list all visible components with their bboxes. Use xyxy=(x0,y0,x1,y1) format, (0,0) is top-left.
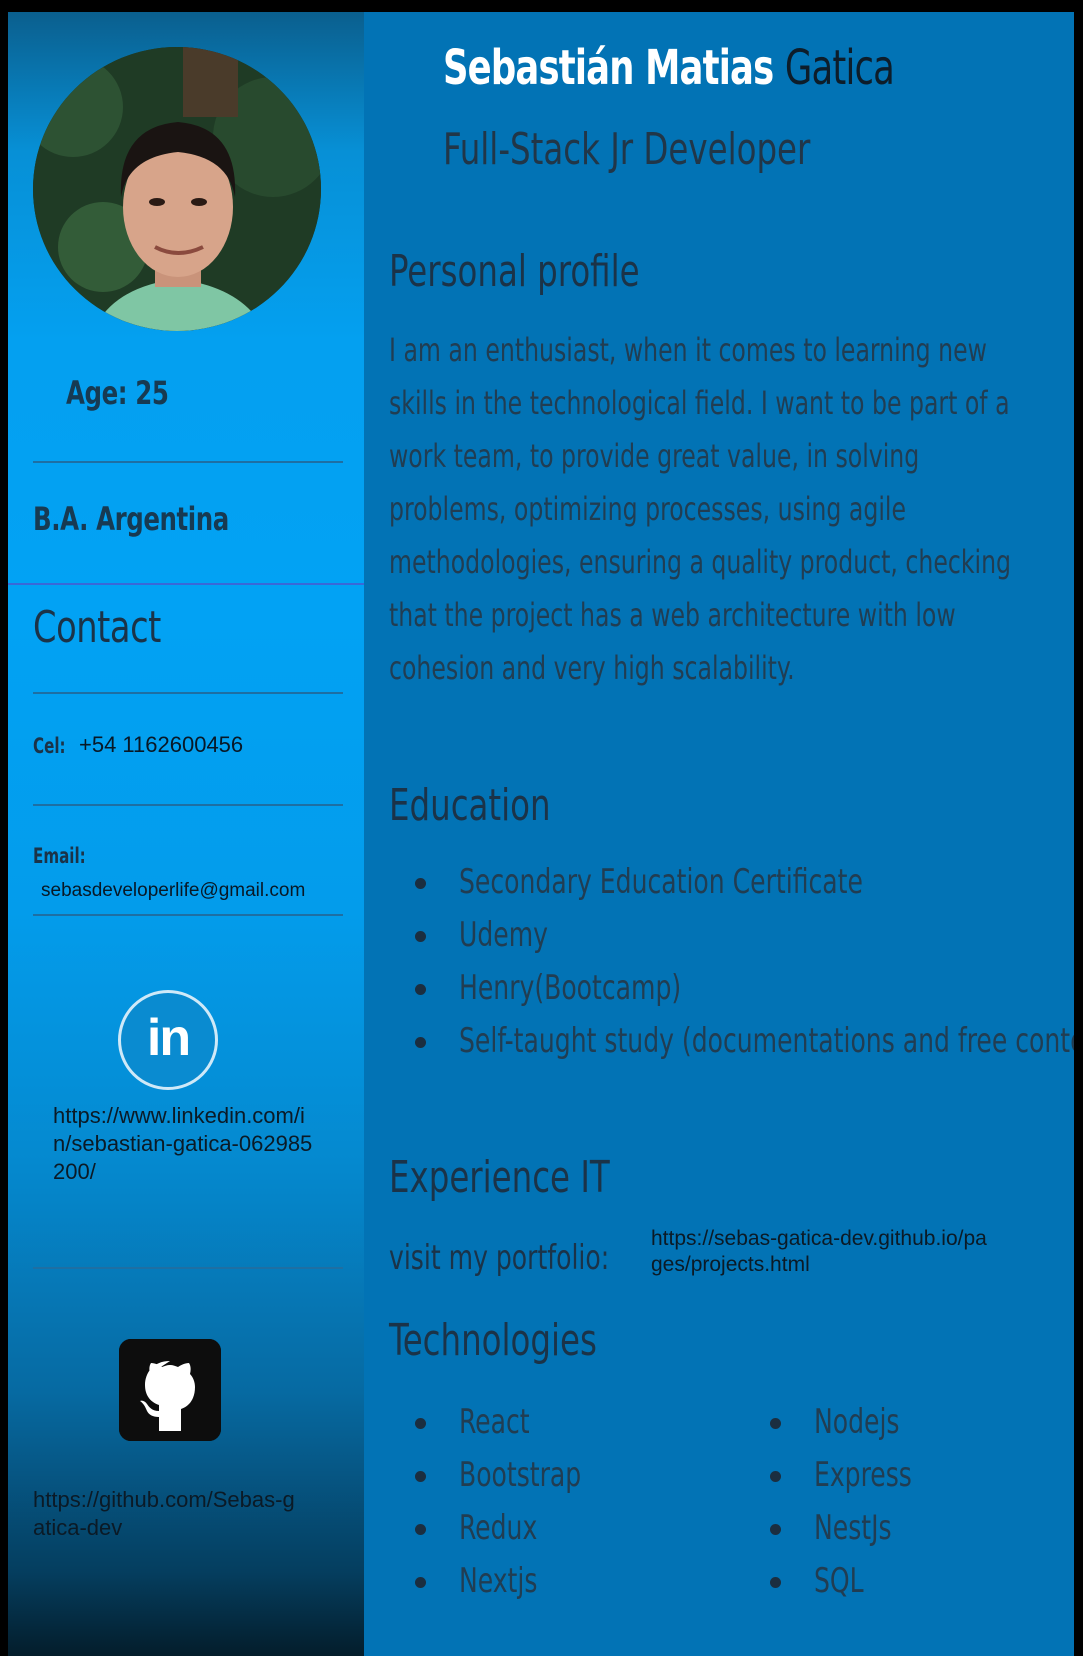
bullet xyxy=(415,931,426,942)
technologies-list-1: React Bootstrap Redux Nextjs xyxy=(389,1396,608,1608)
list-item: Henry(Bootcamp) xyxy=(389,962,1074,1015)
email-value[interactable]: sebasdeveloperlife@gmail.com xyxy=(41,880,305,902)
full-name: Sebastián Matias Gatica xyxy=(443,40,895,96)
sidebar: Age: 25 B.A. Argentina Contact Cel: +54 … xyxy=(8,12,364,1656)
list-item: Redux xyxy=(389,1502,608,1555)
list-item: React xyxy=(389,1396,608,1449)
technologies-title: Technologies xyxy=(389,1315,597,1366)
cel-label: Cel: xyxy=(33,734,66,758)
age: Age: 25 xyxy=(66,374,169,412)
portfolio-link[interactable]: https://sebas-gatica-dev.github.io/pages… xyxy=(651,1226,991,1278)
profile-title: Personal profile xyxy=(389,246,640,297)
cel-value: +54 1162600456 xyxy=(79,732,244,757)
bullet xyxy=(415,1471,426,1482)
list-item: Self-taught study (documentations and fr… xyxy=(389,1015,1074,1068)
linkedin-link[interactable]: https://www.linkedin.com/in/sebastian-ga… xyxy=(53,1102,315,1186)
first-names: Sebastián Matias xyxy=(443,40,774,96)
portfolio-label: visit my portfolio: xyxy=(389,1238,610,1278)
bullet xyxy=(415,1037,426,1048)
bullet xyxy=(415,878,426,889)
bullet xyxy=(415,1577,426,1588)
technologies-list-2: Nodejs Express NestJs SQL xyxy=(744,1396,933,1608)
list-item: Secondary Education Certificate xyxy=(389,856,1074,909)
job-title: Full-Stack Jr Developer xyxy=(443,124,811,175)
divider xyxy=(8,583,364,585)
resume-page: Age: 25 B.A. Argentina Contact Cel: +54 … xyxy=(8,12,1074,1656)
divider xyxy=(33,461,343,463)
divider xyxy=(33,692,343,694)
main-content: Sebastián Matias Gatica Full-Stack Jr De… xyxy=(364,12,1074,1656)
bullet xyxy=(415,1524,426,1535)
list-item: Udemy xyxy=(389,909,1074,962)
bullet xyxy=(415,1418,426,1429)
linkedin-icon[interactable]: in xyxy=(118,990,218,1090)
education-list: Secondary Education Certificate Udemy He… xyxy=(389,856,1074,1068)
divider xyxy=(33,804,343,806)
contact-title: Contact xyxy=(33,602,161,653)
experience-title: Experience IT xyxy=(389,1152,610,1203)
list-item: Express xyxy=(744,1449,933,1502)
bullet xyxy=(770,1471,781,1482)
last-name: Gatica xyxy=(784,40,895,96)
list-item: Nextjs xyxy=(389,1555,608,1608)
list-item: NestJs xyxy=(744,1502,933,1555)
bullet xyxy=(770,1524,781,1535)
bullet xyxy=(415,984,426,995)
bullet xyxy=(770,1577,781,1588)
location: B.A. Argentina xyxy=(33,500,229,538)
email-label: Email: xyxy=(33,844,86,868)
divider xyxy=(33,914,343,916)
github-icon[interactable] xyxy=(119,1339,221,1441)
github-link[interactable]: https://github.com/Sebas-gatica-dev xyxy=(33,1486,295,1542)
education-title: Education xyxy=(389,780,551,831)
divider xyxy=(33,1267,343,1269)
list-item: Nodejs xyxy=(744,1396,933,1449)
bullet xyxy=(770,1418,781,1429)
list-item: Bootstrap xyxy=(389,1449,608,1502)
list-item: SQL xyxy=(744,1555,933,1608)
profile-text: I am an enthusiast, when it comes to lea… xyxy=(389,331,1012,687)
profile-photo xyxy=(33,47,321,331)
linkedin-icon-text: in xyxy=(146,1009,191,1067)
